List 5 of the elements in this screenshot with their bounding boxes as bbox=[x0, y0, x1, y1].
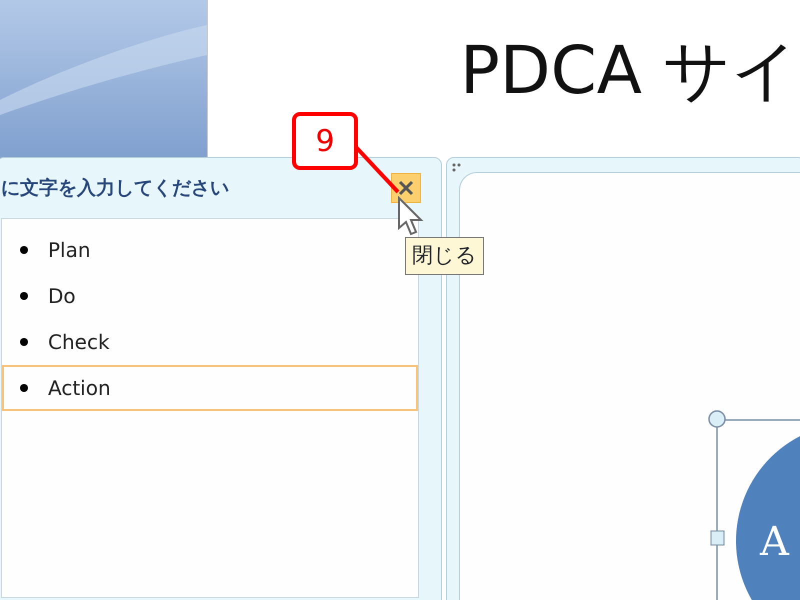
shape-label: A bbox=[760, 519, 789, 565]
step-number: 9 bbox=[292, 112, 358, 170]
pane-title: に文字を入力してください bbox=[1, 176, 230, 201]
tooltip: 閉じる bbox=[405, 237, 484, 274]
slide-title: PDCA サイ bbox=[460, 38, 799, 104]
